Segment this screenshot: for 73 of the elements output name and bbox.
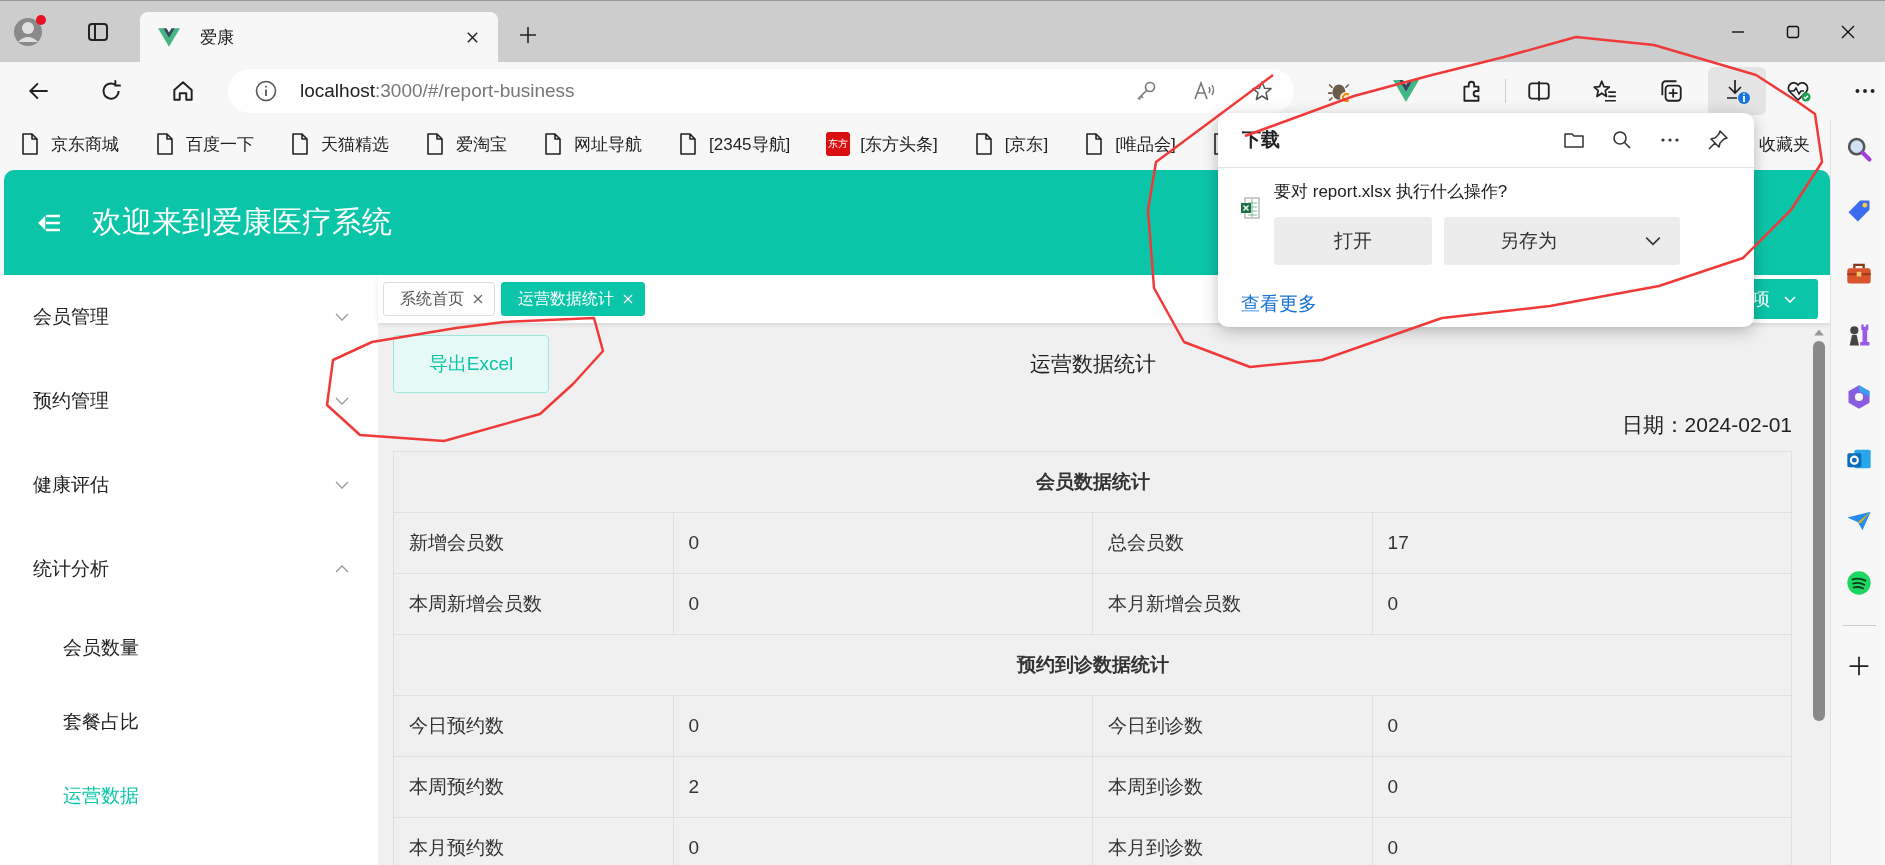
bookmark[interactable]: 东方 [东方头条] (826, 132, 938, 156)
table-cell: 本周预约数 (393, 756, 674, 818)
sidebar-subitem[interactable]: 套餐占比 (0, 685, 378, 759)
info-icon[interactable] (254, 79, 278, 103)
page-icon (155, 132, 175, 156)
sidebar-item[interactable]: 会员管理 (0, 275, 378, 359)
home-icon[interactable] (170, 78, 196, 104)
page-icon (543, 132, 563, 156)
close-icon[interactable] (1840, 24, 1856, 40)
table-cell: 0 (673, 573, 1093, 635)
spreadsheet-icon (1240, 196, 1260, 220)
page-icon (425, 132, 445, 156)
download-message: 要对 report.xlsx 执行什么操作? (1274, 181, 1509, 203)
page-icon (20, 132, 40, 156)
table-cell: 2 (673, 756, 1093, 818)
bookmark[interactable]: 京东商城 (20, 132, 119, 156)
scrollbar-thumb[interactable] (1813, 341, 1825, 721)
bookmark[interactable]: [京东] (973, 132, 1049, 156)
close-icon[interactable] (465, 29, 480, 45)
logo-icon: 东方 (826, 132, 851, 156)
maximize-icon[interactable] (1785, 24, 1801, 40)
table-cell: 今日到诊数 (1092, 695, 1373, 757)
table-cell: 0 (1372, 573, 1792, 635)
pin-icon[interactable] (1706, 128, 1730, 152)
sidebar-item[interactable]: 预约管理 (0, 359, 378, 443)
table-cell: 0 (673, 512, 1093, 574)
table-cell: 0 (1372, 695, 1792, 757)
download-button[interactable] (1708, 67, 1766, 115)
bookmark[interactable]: 百度一下 (155, 132, 254, 156)
table-cell: 17 (1372, 512, 1792, 574)
bookmark[interactable]: [2345导航] (678, 132, 791, 156)
v-logo-icon (158, 27, 180, 47)
bookmark[interactable]: 天猫精选 (290, 132, 389, 156)
table-cell: 本周新增会员数 (393, 573, 674, 635)
sidebar-item[interactable]: 统计分析 (0, 527, 378, 611)
report-date: 日期：2024-02-01 (1621, 412, 1792, 438)
bookmark[interactable]: 网址导航 (543, 132, 642, 156)
table-cell: 0 (673, 695, 1093, 757)
page-icon (973, 132, 994, 156)
profile-icon[interactable] (12, 13, 48, 49)
tab-actions-icon[interactable] (86, 20, 110, 44)
split-screen-icon[interactable] (1526, 78, 1552, 104)
url-text: localhost:3000/#/report-business (300, 80, 575, 102)
page-icon (678, 132, 698, 156)
new-tab-icon[interactable] (518, 25, 538, 45)
open-button[interactable]: 打开 (1274, 217, 1432, 265)
sidebar-subitem[interactable]: 会员数量 (0, 611, 378, 685)
collections-icon[interactable] (1658, 78, 1684, 104)
table-cell: 本月预约数 (393, 817, 674, 865)
sidebar-item[interactable]: 健康评估 (0, 443, 378, 527)
table-cell: 新增会员数 (393, 512, 674, 574)
table-cell: 0 (1372, 756, 1792, 818)
browser-tab[interactable]: 爱康 (140, 12, 498, 62)
v-logo-icon[interactable] (1393, 78, 1419, 104)
see-more-link[interactable]: 查看更多 (1241, 291, 1317, 317)
page-icon (290, 132, 310, 156)
table-cell: 本周到诊数 (1092, 756, 1373, 818)
page-tab[interactable]: 系统首页 (383, 282, 495, 316)
star-icon[interactable] (1250, 79, 1274, 103)
app-title: 欢迎来到爱康医疗系统 (92, 204, 392, 240)
bookmark[interactable]: 爱淘宝 (425, 132, 507, 156)
address-field[interactable]: localhost:3000/#/report-business (228, 69, 1294, 113)
section-header: 会员数据统计 (393, 451, 1792, 513)
table-cell: 本月新增会员数 (1092, 573, 1373, 635)
table-cell: 总会员数 (1092, 512, 1373, 574)
favorites-icon[interactable] (1592, 78, 1618, 104)
save-as-button[interactable]: 另存为 (1444, 217, 1680, 265)
report-title: 运营数据统计 (1028, 351, 1157, 377)
sound-waves-icon[interactable] (1844, 569, 1873, 597)
favorites-folder[interactable]: 收藏夹 (1759, 132, 1810, 156)
section-header: 预约到诊数据统计 (393, 634, 1792, 696)
page-icon (1084, 132, 1105, 156)
table-cell: 今日预约数 (393, 695, 674, 757)
